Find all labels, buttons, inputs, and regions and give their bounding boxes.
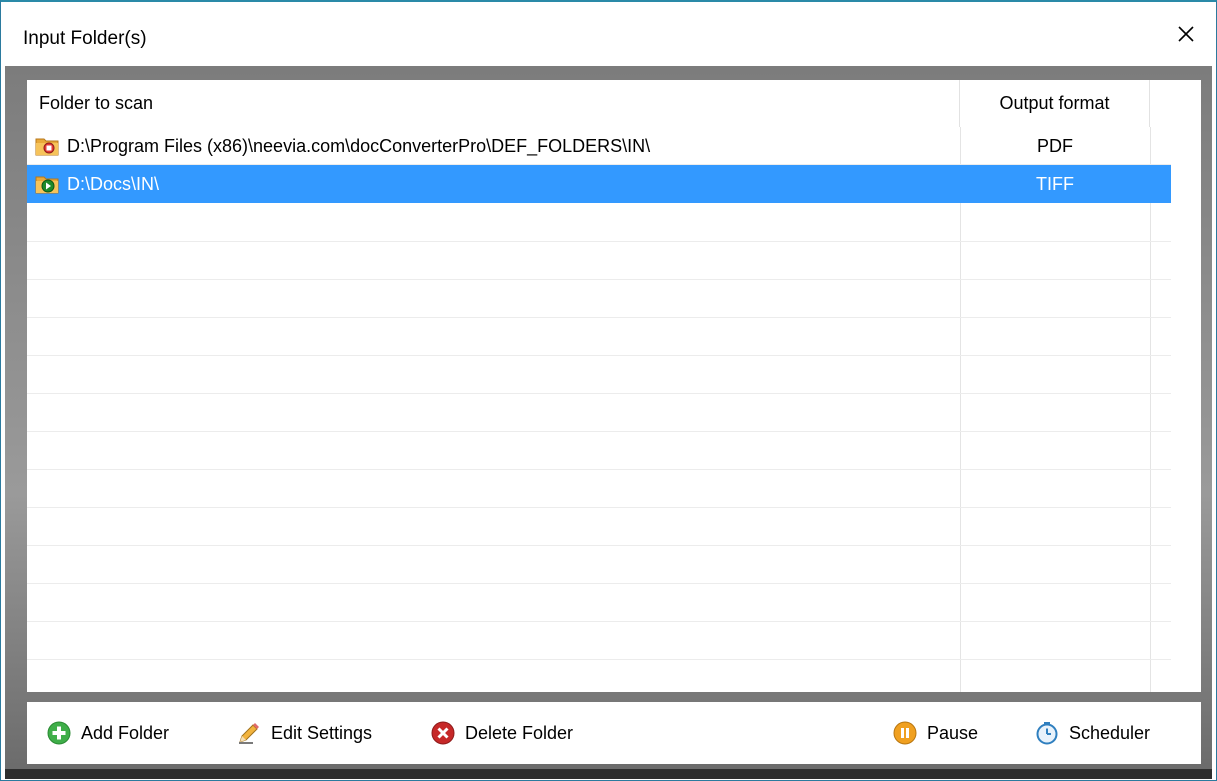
bottom-toolbar: Add Folder Edit Settings Delete Folder P…	[27, 702, 1201, 764]
folder-path: D:\Docs\IN\	[67, 173, 160, 194]
folder-list[interactable]: Folder to scan Output format D:\Program …	[27, 80, 1201, 692]
delete-folder-button[interactable]: Delete Folder	[431, 702, 573, 764]
empty-row-line	[27, 241, 1171, 242]
delete-icon	[431, 721, 455, 745]
folder-stopped-icon	[35, 138, 59, 156]
delete-folder-label: Delete Folder	[465, 722, 574, 743]
list-header: Folder to scan Output format	[27, 80, 1171, 127]
empty-row-line	[27, 621, 1171, 622]
output-format-cell: TIFF	[1036, 173, 1074, 194]
folder-path-cell: D:\Docs\IN\	[27, 165, 960, 203]
empty-row-line	[27, 317, 1171, 318]
empty-row-line	[27, 583, 1171, 584]
add-folder-button[interactable]: Add Folder	[47, 702, 169, 764]
add-folder-label: Add Folder	[81, 722, 170, 743]
output-format-cell: PDF	[1037, 135, 1073, 156]
folder-row-selected[interactable]: D:\Docs\IN\ TIFF	[27, 165, 1171, 203]
empty-row-line	[27, 545, 1171, 546]
empty-row-line	[27, 355, 1171, 356]
title-bar: Input Folder(s)	[1, 2, 1216, 66]
empty-row-line	[27, 659, 1171, 660]
close-button[interactable]	[1156, 14, 1216, 54]
empty-row-line	[27, 393, 1171, 394]
empty-row-line	[27, 469, 1171, 470]
input-folders-window: Input Folder(s) Folder to scan Output fo…	[0, 0, 1217, 781]
column-header-output-format[interactable]: Output format	[960, 80, 1150, 127]
dialog-bottom-border	[5, 769, 1212, 779]
empty-row-line	[27, 507, 1171, 508]
folder-path: D:\Program Files (x86)\neevia.com\docCon…	[67, 135, 651, 156]
add-icon	[47, 721, 71, 745]
pause-icon	[893, 721, 917, 745]
edit-pencil-icon	[239, 723, 259, 744]
pause-button[interactable]: Pause	[893, 702, 978, 764]
column-header-folder[interactable]: Folder to scan	[27, 80, 960, 127]
edit-settings-button[interactable]: Edit Settings	[237, 702, 372, 764]
dialog-client-area: Folder to scan Output format D:\Program …	[5, 66, 1212, 779]
folder-running-icon	[35, 176, 59, 194]
edit-settings-label: Edit Settings	[271, 722, 373, 743]
folder-path-cell: D:\Program Files (x86)\neevia.com\docCon…	[27, 127, 960, 165]
clock-icon	[1036, 722, 1058, 745]
pause-label: Pause	[927, 722, 979, 743]
empty-row-line	[27, 431, 1171, 432]
scheduler-button[interactable]: Scheduler	[1035, 702, 1150, 764]
folder-row[interactable]: D:\Program Files (x86)\neevia.com\docCon…	[27, 127, 1171, 165]
close-icon	[1178, 26, 1194, 42]
window-title: Input Folder(s)	[23, 28, 147, 49]
scheduler-label: Scheduler	[1069, 722, 1151, 743]
empty-row-line	[27, 279, 1171, 280]
